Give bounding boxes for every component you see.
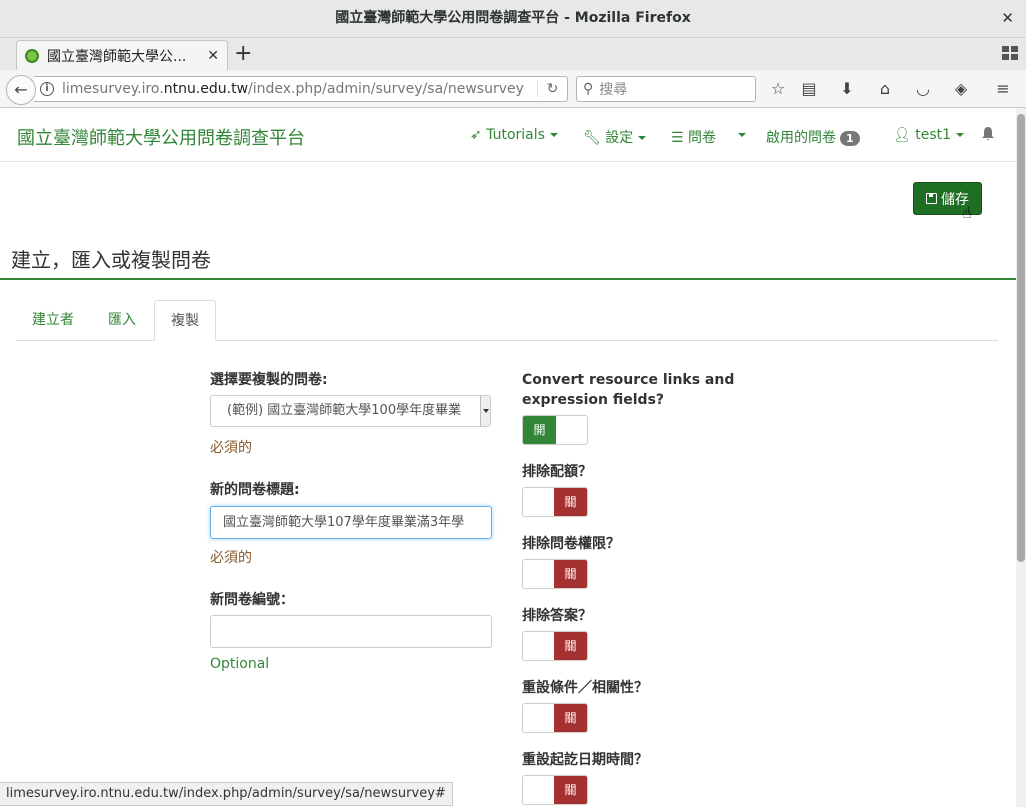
option-label-reset-dates: 重設起訖日期時間？: [522, 752, 648, 768]
pocket-icon[interactable]: ◡: [912, 79, 934, 99]
hand-pointer-icon: ☝: [962, 203, 972, 222]
new-tab-icon[interactable]: +: [234, 42, 252, 66]
toggle-convert-links[interactable]: 開: [522, 415, 588, 445]
browser-tab[interactable]: 國立臺灣師範大學公... ✕: [16, 40, 228, 70]
hamburger-menu-icon[interactable]: ≡: [992, 79, 1014, 99]
brand-link[interactable]: 國立臺灣師範大學公用問卷調查平台: [17, 124, 305, 150]
scrollbar-thumb[interactable]: [1017, 114, 1025, 562]
floppy-disk-icon: [926, 193, 937, 204]
toggle-exclude-answers[interactable]: 關: [522, 631, 588, 661]
reading-list-icon[interactable]: ▤: [798, 79, 820, 99]
new-title-input[interactable]: 國立臺灣師範大學107學年度畢業滿3年學: [210, 506, 492, 539]
rocket-icon: ➶: [470, 127, 482, 143]
toggle-reset-dates[interactable]: 關: [522, 775, 588, 805]
window-titlebar: 國立臺灣師範大學公用問卷調查平台 - Mozilla Firefox ✕: [0, 0, 1026, 38]
page-title: 建立，匯入或複製問卷: [11, 248, 211, 272]
notifications-bell-icon[interactable]: [982, 127, 994, 141]
wrench-icon: 🔧︎: [583, 130, 601, 146]
title-divider: [0, 278, 1016, 280]
option-label-exclude-quotas: 排除配額？: [522, 464, 592, 480]
search-icon: ⚲: [583, 81, 594, 97]
tab-close-icon[interactable]: ✕: [207, 48, 219, 64]
new-survey-id-input[interactable]: [210, 615, 492, 648]
navigation-toolbar: i limesurvey.iro.ntnu.edu.tw/index.php/a…: [0, 70, 1026, 108]
browser-tab-title: 國立臺灣師範大學公...: [47, 48, 187, 65]
select-arrow-icon[interactable]: [480, 396, 490, 426]
option-label-exclude-permissions: 排除問卷權限？: [522, 536, 620, 552]
tab-copy[interactable]: 複製: [154, 300, 216, 341]
reload-icon[interactable]: ↻: [537, 81, 567, 97]
downloads-icon[interactable]: ⬇: [836, 79, 858, 99]
home-icon[interactable]: ⌂: [874, 79, 896, 99]
list-icon: ☰: [671, 130, 684, 146]
required-hint: 必須的: [210, 550, 252, 566]
back-button[interactable]: ←: [6, 75, 36, 105]
app-navbar: 國立臺灣師範大學公用問卷調查平台 ➶ Tutorials 🔧︎ 設定 ☰ 問卷 …: [0, 108, 1016, 162]
url-text[interactable]: limesurvey.iro.ntnu.edu.tw/index.php/adm…: [62, 81, 537, 97]
user-icon: 👤︎: [893, 127, 911, 143]
toggle-exclude-quotas[interactable]: 關: [522, 487, 588, 517]
page-scrollbar[interactable]: [1016, 108, 1026, 807]
optional-hint: Optional: [210, 656, 270, 672]
bookmark-star-icon[interactable]: ☆: [767, 79, 789, 99]
new-survey-id-label: 新問卷編號：: [210, 592, 294, 608]
limesurvey-favicon-icon: [25, 48, 39, 63]
option-label-reset-conditions: 重設條件／相關性？: [522, 680, 648, 696]
window-title: 國立臺灣師範大學公用問卷調查平台 - Mozilla Firefox: [335, 10, 691, 26]
option-label-convert-links: Convert resource links and expression fi…: [522, 372, 735, 408]
back-arrow-icon: ←: [14, 80, 28, 99]
link-status-bar: limesurvey.iro.ntnu.edu.tw/index.php/adm…: [0, 782, 453, 806]
surveys-menu[interactable]: ☰ 問卷: [671, 127, 716, 147]
toggle-reset-conditions[interactable]: 關: [522, 703, 588, 733]
share-icon[interactable]: ◈: [950, 79, 972, 99]
tutorials-menu[interactable]: ➶ Tutorials: [470, 127, 558, 143]
copy-survey-select[interactable]: (範例) 國立臺灣師範大學100學年度畢業: [210, 395, 491, 427]
copy-survey-selected-value: (範例) 國立臺灣師範大學100學年度畢業: [227, 403, 462, 418]
option-label-exclude-answers: 排除答案？: [522, 608, 592, 624]
active-surveys-count: 1: [840, 131, 860, 146]
search-input[interactable]: ⚲ 搜尋: [576, 76, 756, 102]
url-bar[interactable]: i limesurvey.iro.ntnu.edu.tw/index.php/a…: [34, 76, 568, 102]
page-tabs: 建立者 匯入 複製: [16, 300, 998, 341]
site-info-icon[interactable]: i: [40, 82, 54, 96]
search-placeholder: 搜尋: [599, 82, 628, 98]
active-surveys-menu[interactable]: 啟用的問卷 1: [766, 127, 860, 147]
user-menu[interactable]: 👤︎ test1: [893, 127, 965, 143]
settings-menu[interactable]: 🔧︎ 設定: [583, 127, 647, 147]
surveys-dropdown-toggle[interactable]: [733, 127, 746, 143]
tab-import[interactable]: 匯入: [92, 300, 152, 341]
copy-survey-label: 選擇要複製的問卷:: [210, 372, 328, 388]
new-title-label: 新的問卷標題:: [210, 482, 300, 498]
required-hint: 必須的: [210, 440, 252, 456]
tab-strip: 國立臺灣師範大學公... ✕ +: [0, 38, 1026, 70]
window-close-icon[interactable]: ✕: [1001, 0, 1014, 37]
tab-create[interactable]: 建立者: [16, 300, 90, 341]
tab-list-icon[interactable]: [1002, 46, 1018, 60]
toggle-exclude-permissions[interactable]: 關: [522, 559, 588, 589]
